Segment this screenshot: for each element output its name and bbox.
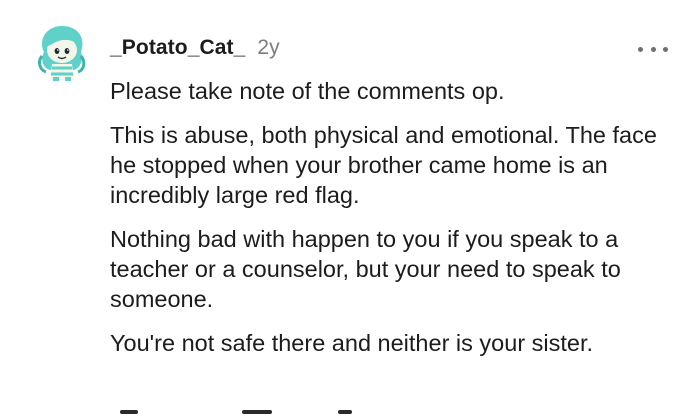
- upvote-icon[interactable]: [120, 410, 138, 414]
- award-icon[interactable]: [338, 410, 352, 414]
- mint-haired-snoo-avatar-icon: [37, 26, 86, 81]
- comment-actions-bar: [110, 408, 570, 418]
- more-options-button[interactable]: [638, 44, 668, 54]
- comment-header: _Potato_Cat_ 2y: [110, 36, 280, 60]
- comment: _Potato_Cat_ 2y Please take note of the …: [0, 0, 700, 418]
- comment-paragraph: Nothing bad with happen to you if you sp…: [110, 226, 621, 312]
- comment-paragraph: Please take note of the comments op.: [110, 78, 505, 104]
- comment-age: 2y: [257, 36, 280, 59]
- comment-paragraph: You're not safe there and neither is you…: [110, 330, 594, 356]
- comment-body: Please take note of the comments op. Thi…: [110, 76, 680, 372]
- avatar[interactable]: [34, 22, 90, 82]
- comment-paragraph: This is abuse, both physical and emotion…: [110, 122, 657, 208]
- username-link[interactable]: _Potato_Cat_: [110, 36, 245, 60]
- reply-icon[interactable]: [242, 410, 272, 414]
- more-options-icon: [638, 46, 643, 52]
